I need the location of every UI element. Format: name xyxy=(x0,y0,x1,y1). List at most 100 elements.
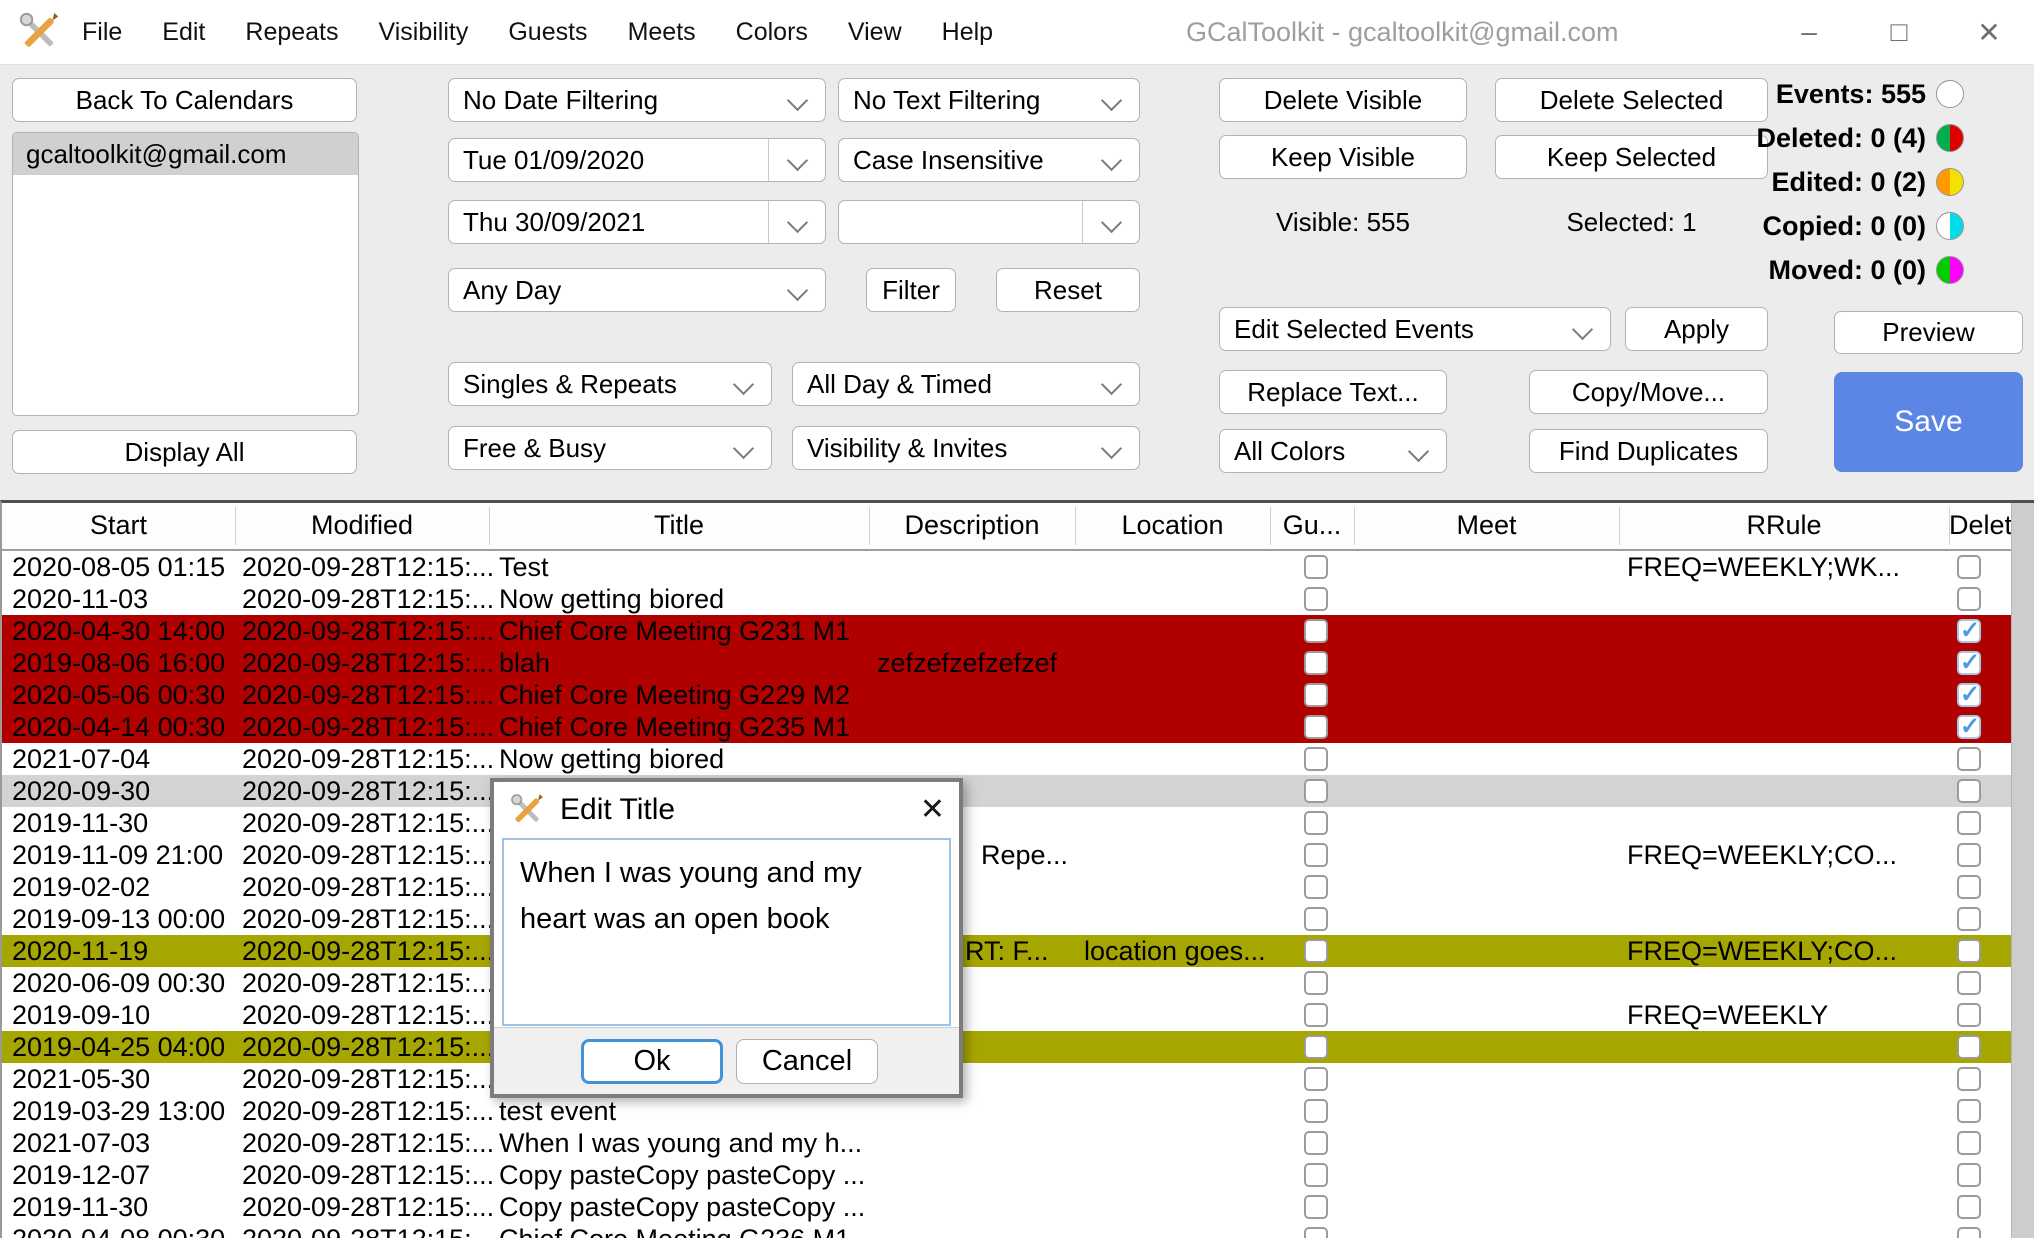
table-row[interactable]: 2019-12-072020-09-28T12:15:...Copy paste… xyxy=(2,1159,2012,1191)
reset-button[interactable]: Reset xyxy=(996,268,1140,312)
case-mode-dropdown[interactable]: Case Insensitive xyxy=(838,138,1140,182)
table-row[interactable]: 2019-11-302020-09-28T12:15:... xyxy=(2,807,2012,839)
delete-checkbox[interactable] xyxy=(1957,715,1981,739)
table-row[interactable]: 2019-02-022020-09-28T12:15:... xyxy=(2,871,2012,903)
guests-checkbox[interactable] xyxy=(1304,971,1328,995)
table-row[interactable]: 2020-04-30 14:002020-09-28T12:15:...Chie… xyxy=(2,615,2012,647)
menu-item-guests[interactable]: Guests xyxy=(508,18,587,47)
guests-checkbox[interactable] xyxy=(1304,779,1328,803)
table-row[interactable]: 2019-08-06 16:002020-09-28T12:15:...blah… xyxy=(2,647,2012,679)
table-row[interactable]: 2020-09-302020-09-28T12:15:... xyxy=(2,775,2012,807)
table-row[interactable]: 2020-08-05 01:152020-09-28T12:15:...Test… xyxy=(2,551,2012,583)
table-row[interactable]: 2021-07-042020-09-28T12:15:...Now gettin… xyxy=(2,743,2012,775)
col-header-location[interactable]: Location xyxy=(1075,503,1270,549)
guests-checkbox[interactable] xyxy=(1304,843,1328,867)
delete-checkbox[interactable] xyxy=(1957,651,1981,675)
col-header-meet[interactable]: Meet xyxy=(1354,503,1619,549)
table-row[interactable]: 2019-04-25 04:002020-09-28T12:15:... xyxy=(2,1031,2012,1063)
free-busy-dropdown[interactable]: Free & Busy xyxy=(448,426,772,470)
display-all-button[interactable]: Display All xyxy=(12,430,357,474)
col-header-delete[interactable]: Delete xyxy=(1949,503,2012,549)
col-header-modified[interactable]: Modified xyxy=(235,503,489,549)
text-filter-dropdown[interactable]: No Text Filtering xyxy=(838,78,1140,122)
table-row[interactable]: 2019-09-13 00:002020-09-28T12:15:... xyxy=(2,903,2012,935)
preview-button[interactable]: Preview xyxy=(1834,311,2023,354)
guests-checkbox[interactable] xyxy=(1304,1067,1328,1091)
delete-checkbox[interactable] xyxy=(1957,1227,1981,1238)
ok-button[interactable]: Ok xyxy=(581,1039,723,1084)
edit-selected-dropdown[interactable]: Edit Selected Events xyxy=(1219,307,1611,351)
delete-checkbox[interactable] xyxy=(1957,747,1981,771)
delete-checkbox[interactable] xyxy=(1957,779,1981,803)
back-to-calendars-button[interactable]: Back To Calendars xyxy=(12,78,357,122)
visibility-invites-dropdown[interactable]: Visibility & Invites xyxy=(792,426,1140,470)
delete-checkbox[interactable] xyxy=(1957,843,1981,867)
minimize-icon[interactable]: – xyxy=(1786,16,1832,48)
guests-checkbox[interactable] xyxy=(1304,1131,1328,1155)
guests-checkbox[interactable] xyxy=(1304,1227,1328,1238)
menu-item-visibility[interactable]: Visibility xyxy=(379,18,469,47)
guests-checkbox[interactable] xyxy=(1304,907,1328,931)
menu-item-meets[interactable]: Meets xyxy=(628,18,696,47)
copy-move-button[interactable]: Copy/Move... xyxy=(1529,370,1768,414)
table-row[interactable]: 2020-05-06 00:302020-09-28T12:15:...Chie… xyxy=(2,679,2012,711)
table-row[interactable]: 2021-05-302020-09-28T12:15:... xyxy=(2,1063,2012,1095)
delete-checkbox[interactable] xyxy=(1957,1195,1981,1219)
maximize-icon[interactable]: □ xyxy=(1876,16,1922,48)
keep-visible-button[interactable]: Keep Visible xyxy=(1219,135,1467,179)
delete-checkbox[interactable] xyxy=(1957,619,1981,643)
delete-checkbox[interactable] xyxy=(1957,971,1981,995)
guests-checkbox[interactable] xyxy=(1304,1099,1328,1123)
guests-checkbox[interactable] xyxy=(1304,587,1328,611)
table-row[interactable]: 2019-11-302020-09-28T12:15:...Copy paste… xyxy=(2,1191,2012,1223)
start-date-combobox[interactable]: Tue 01/09/2020 xyxy=(448,138,826,182)
col-header-description[interactable]: Description xyxy=(869,503,1075,549)
filter-button[interactable]: Filter xyxy=(866,268,956,312)
delete-checkbox[interactable] xyxy=(1957,907,1981,931)
delete-checkbox[interactable] xyxy=(1957,1035,1981,1059)
calendar-list-item[interactable]: gcaltoolkit@gmail.com xyxy=(13,133,358,175)
singles-repeats-dropdown[interactable]: Singles & Repeats xyxy=(448,362,772,406)
col-header-start[interactable]: Start xyxy=(2,503,235,549)
guests-checkbox[interactable] xyxy=(1304,1035,1328,1059)
delete-checkbox[interactable] xyxy=(1957,1131,1981,1155)
menu-item-colors[interactable]: Colors xyxy=(736,18,808,47)
delete-checkbox[interactable] xyxy=(1957,1099,1981,1123)
menu-item-repeats[interactable]: Repeats xyxy=(245,18,338,47)
delete-checkbox[interactable] xyxy=(1957,1163,1981,1187)
delete-visible-button[interactable]: Delete Visible xyxy=(1219,78,1467,122)
guests-checkbox[interactable] xyxy=(1304,1163,1328,1187)
end-date-combobox[interactable]: Thu 30/09/2021 xyxy=(448,200,826,244)
col-header-rrule[interactable]: RRule xyxy=(1619,503,1949,549)
delete-checkbox[interactable] xyxy=(1957,811,1981,835)
guests-checkbox[interactable] xyxy=(1304,555,1328,579)
menu-item-file[interactable]: File xyxy=(82,18,122,47)
menu-item-help[interactable]: Help xyxy=(942,18,993,47)
table-row[interactable]: 2021-07-032020-09-28T12:15:...When I was… xyxy=(2,1127,2012,1159)
title-textarea[interactable]: When I was young and my heart was an ope… xyxy=(502,838,951,1026)
guests-checkbox[interactable] xyxy=(1304,1195,1328,1219)
table-row[interactable]: 2019-11-09 21:002020-09-28T12:15:...Repe… xyxy=(2,839,2012,871)
dialog-close-icon[interactable]: ✕ xyxy=(920,782,945,838)
replace-text-button[interactable]: Replace Text... xyxy=(1219,370,1447,414)
guests-checkbox[interactable] xyxy=(1304,683,1328,707)
guests-checkbox[interactable] xyxy=(1304,875,1328,899)
guests-checkbox[interactable] xyxy=(1304,811,1328,835)
guests-checkbox[interactable] xyxy=(1304,651,1328,675)
allday-timed-dropdown[interactable]: All Day & Timed xyxy=(792,362,1140,406)
delete-checkbox[interactable] xyxy=(1957,683,1981,707)
close-icon[interactable]: ✕ xyxy=(1966,16,2012,49)
guests-checkbox[interactable] xyxy=(1304,715,1328,739)
delete-checkbox[interactable] xyxy=(1957,875,1981,899)
apply-button[interactable]: Apply xyxy=(1625,307,1768,351)
save-button[interactable]: Save xyxy=(1834,372,2023,472)
table-row[interactable]: 2019-09-102020-09-28T12:15:...FREQ=WEEKL… xyxy=(2,999,2012,1031)
guests-checkbox[interactable] xyxy=(1304,1003,1328,1027)
guests-checkbox[interactable] xyxy=(1304,939,1328,963)
cancel-button[interactable]: Cancel xyxy=(736,1039,878,1084)
delete-checkbox[interactable] xyxy=(1957,1003,1981,1027)
vertical-scrollbar[interactable] xyxy=(2011,503,2034,1238)
table-row[interactable]: 2020-11-192020-09-28T12:15:...RT: F...lo… xyxy=(2,935,2012,967)
day-filter-dropdown[interactable]: Any Day xyxy=(448,268,826,312)
delete-checkbox[interactable] xyxy=(1957,555,1981,579)
